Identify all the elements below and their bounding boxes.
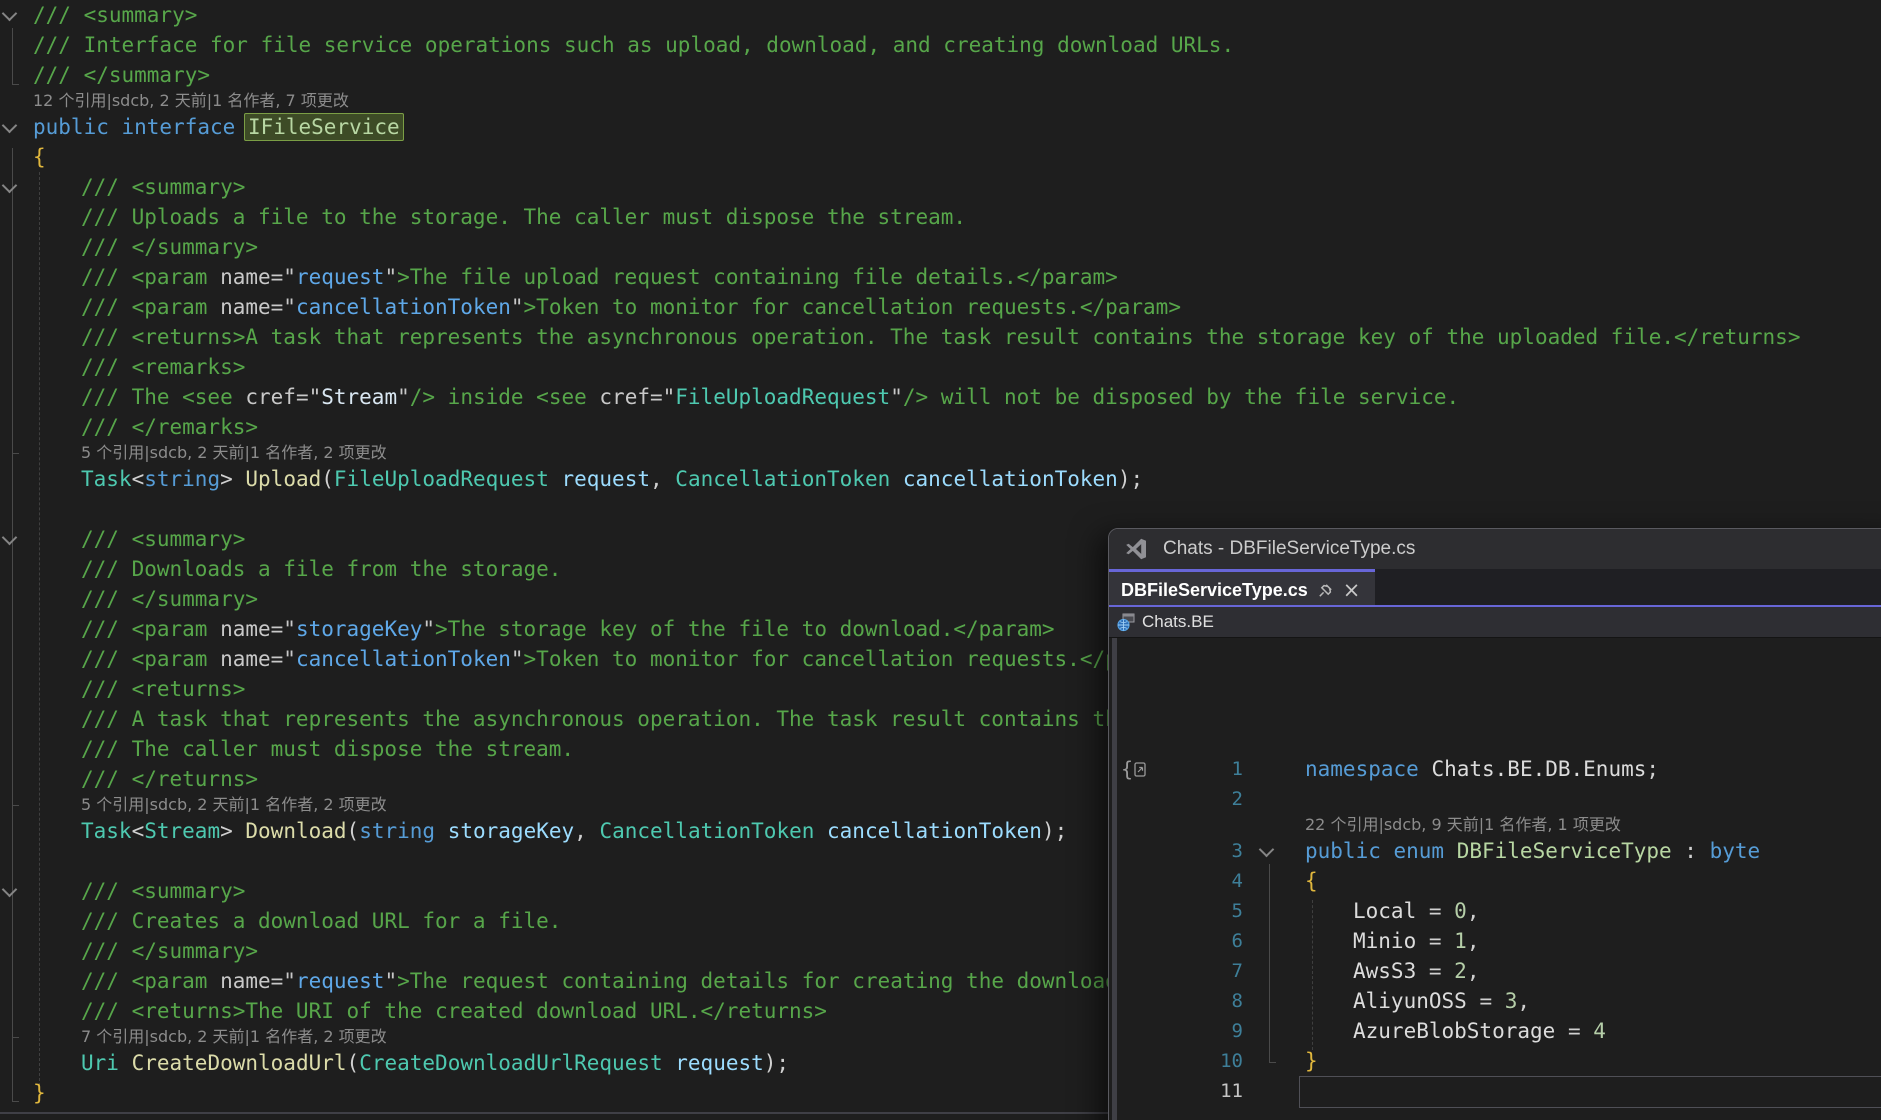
fold-guide-tick bbox=[12, 805, 19, 806]
line-number: 2 bbox=[1167, 784, 1243, 814]
fold-chevron-icon[interactable] bbox=[2, 118, 18, 134]
fold-guide-tick bbox=[12, 1101, 19, 1102]
code-line: /// Downloads a file from the storage. bbox=[81, 554, 561, 584]
code-line: Local = 0, bbox=[1353, 896, 1479, 926]
line-number: 3 bbox=[1167, 836, 1243, 866]
code-line: Uri CreateDownloadUrl(CreateDownloadUrlR… bbox=[81, 1048, 789, 1078]
line-number: 7 bbox=[1167, 956, 1243, 986]
fold-chevron-icon[interactable] bbox=[2, 882, 18, 898]
codelens-info[interactable]: 5 个引用|sdcb, 2 天前|1 名作者, 2 项更改 bbox=[81, 442, 387, 464]
visual-studio-icon bbox=[1125, 537, 1149, 561]
project-icon bbox=[1117, 613, 1136, 632]
code-line: /// <summary> bbox=[81, 876, 245, 906]
code-line: /// <returns> bbox=[81, 674, 245, 704]
vs-ide-screen: /// <summary>/// Interface for file serv… bbox=[0, 0, 1881, 1120]
code-line: /// The <see cref="Stream"/> inside <see… bbox=[81, 382, 1459, 412]
code-line: /// <param name="cancellationToken">Toke… bbox=[81, 644, 1181, 674]
code-line: { bbox=[1305, 866, 1318, 896]
code-line: /// Creates a download URL for a file. bbox=[81, 906, 561, 936]
line-number: 8 bbox=[1167, 986, 1243, 1016]
fold-guide-tick bbox=[1269, 1062, 1276, 1063]
code-line: AliyunOSS = 3, bbox=[1353, 986, 1530, 1016]
code-line: /// A task that represents the asynchron… bbox=[81, 704, 1232, 734]
code-line: /// <summary> bbox=[33, 0, 197, 30]
code-line: /// <returns>The URI of the created down… bbox=[81, 996, 827, 1026]
editor-left-margin bbox=[1112, 638, 1117, 1120]
code-line: /// </summary> bbox=[81, 936, 258, 966]
code-line: /// <param name="storageKey">The storage… bbox=[81, 614, 1055, 644]
code-line: namespace Chats.BE.DB.Enums; bbox=[1305, 754, 1659, 784]
code-line: /// </summary> bbox=[81, 584, 258, 614]
codelens-info[interactable]: 12 个引用|sdcb, 2 天前|1 名作者, 7 项更改 bbox=[33, 90, 349, 112]
fold-guide bbox=[1269, 864, 1270, 1062]
codelens-info[interactable]: 7 个引用|sdcb, 2 天前|1 名作者, 2 项更改 bbox=[81, 1026, 387, 1048]
breadcrumb-label: Chats.BE bbox=[1142, 612, 1214, 632]
code-line: } bbox=[33, 1078, 46, 1108]
fold-guide-tick bbox=[12, 453, 19, 454]
code-line: Task<Stream> Download(string storageKey,… bbox=[81, 816, 1067, 846]
fold-guide-tick bbox=[12, 84, 19, 85]
code-line: /// <remarks> bbox=[81, 352, 245, 382]
code-line: /// <returns>A task that represents the … bbox=[81, 322, 1800, 352]
file-header-icon: { bbox=[1121, 758, 1147, 780]
code-line: Task<string> Upload(FileUploadRequest re… bbox=[81, 464, 1143, 494]
code-line: AzureBlobStorage = 4 bbox=[1353, 1016, 1606, 1046]
tab-label: DBFileServiceType.cs bbox=[1121, 580, 1308, 601]
code-line: /// <param name="request">The file uploa… bbox=[81, 262, 1118, 292]
line-number: 9 bbox=[1167, 1016, 1243, 1046]
code-line: /// <param name="request">The request co… bbox=[81, 966, 1282, 996]
close-icon[interactable]: × bbox=[1343, 580, 1361, 601]
code-line: /// </remarks> bbox=[81, 412, 258, 442]
line-number: 6 bbox=[1167, 926, 1243, 956]
pin-icon[interactable] bbox=[1318, 583, 1333, 598]
codelens-info[interactable]: 22 个引用|sdcb, 9 天前|1 名作者, 1 项更改 bbox=[1305, 814, 1621, 836]
tab-dbfileservicetype[interactable]: DBFileServiceType.cs × bbox=[1109, 569, 1375, 608]
fold-chevron-icon[interactable] bbox=[1259, 842, 1275, 858]
fold-guide bbox=[12, 28, 13, 84]
editor-bottom-divider bbox=[0, 1112, 1108, 1114]
code-line: public interface IFileService bbox=[33, 112, 400, 142]
code-line: public enum DBFileServiceType : byte bbox=[1305, 836, 1760, 866]
fold-chevron-icon[interactable] bbox=[2, 530, 18, 546]
code-line: { bbox=[33, 142, 46, 172]
window-titlebar[interactable]: Chats - DBFileServiceType.cs bbox=[1109, 529, 1881, 569]
fold-chevron-icon[interactable] bbox=[2, 178, 18, 194]
indent-guide bbox=[39, 172, 40, 1086]
line-number: 11 bbox=[1167, 1076, 1243, 1106]
code-line: /// Uploads a file to the storage. The c… bbox=[81, 202, 966, 232]
line-number: 4 bbox=[1167, 866, 1243, 896]
code-line: /// </returns> bbox=[81, 764, 258, 794]
code-line: } bbox=[1305, 1046, 1318, 1076]
code-line: Minio = 1, bbox=[1353, 926, 1479, 956]
code-line: /// <summary> bbox=[81, 172, 245, 202]
floating-editor-window: Chats - DBFileServiceType.cs DBFileServi… bbox=[1108, 528, 1881, 1120]
current-line-highlight bbox=[1299, 1076, 1881, 1108]
codelens-info[interactable]: 5 个引用|sdcb, 2 天前|1 名作者, 2 项更改 bbox=[81, 794, 387, 816]
code-line: /// </summary> bbox=[33, 60, 210, 90]
line-number: 10 bbox=[1167, 1046, 1243, 1076]
fold-guide-tick bbox=[12, 1037, 19, 1038]
line-number: 5 bbox=[1167, 896, 1243, 926]
indent-guide bbox=[1312, 900, 1313, 1050]
code-line: /// Interface for file service operation… bbox=[33, 30, 1234, 60]
breadcrumb[interactable]: Chats.BE bbox=[1109, 607, 1881, 638]
code-line: /// <param name="cancellationToken">Toke… bbox=[81, 292, 1181, 322]
code-line: /// <summary> bbox=[81, 524, 245, 554]
enum-code-editor[interactable]: { namespace Chats.BE.DB.Enums; 12 22 个引用|s… bbox=[1109, 638, 1881, 1120]
window-title: Chats - DBFileServiceType.cs bbox=[1163, 538, 1415, 560]
fold-chevron-icon[interactable] bbox=[2, 6, 18, 22]
code-line: /// The caller must dispose the stream. bbox=[81, 734, 574, 764]
fold-guide bbox=[12, 148, 13, 1101]
code-line: /// </summary> bbox=[81, 232, 258, 262]
tab-strip: DBFileServiceType.cs × bbox=[1109, 569, 1881, 607]
code-line: AwsS3 = 2, bbox=[1353, 956, 1479, 986]
line-number: 1 bbox=[1167, 754, 1243, 784]
